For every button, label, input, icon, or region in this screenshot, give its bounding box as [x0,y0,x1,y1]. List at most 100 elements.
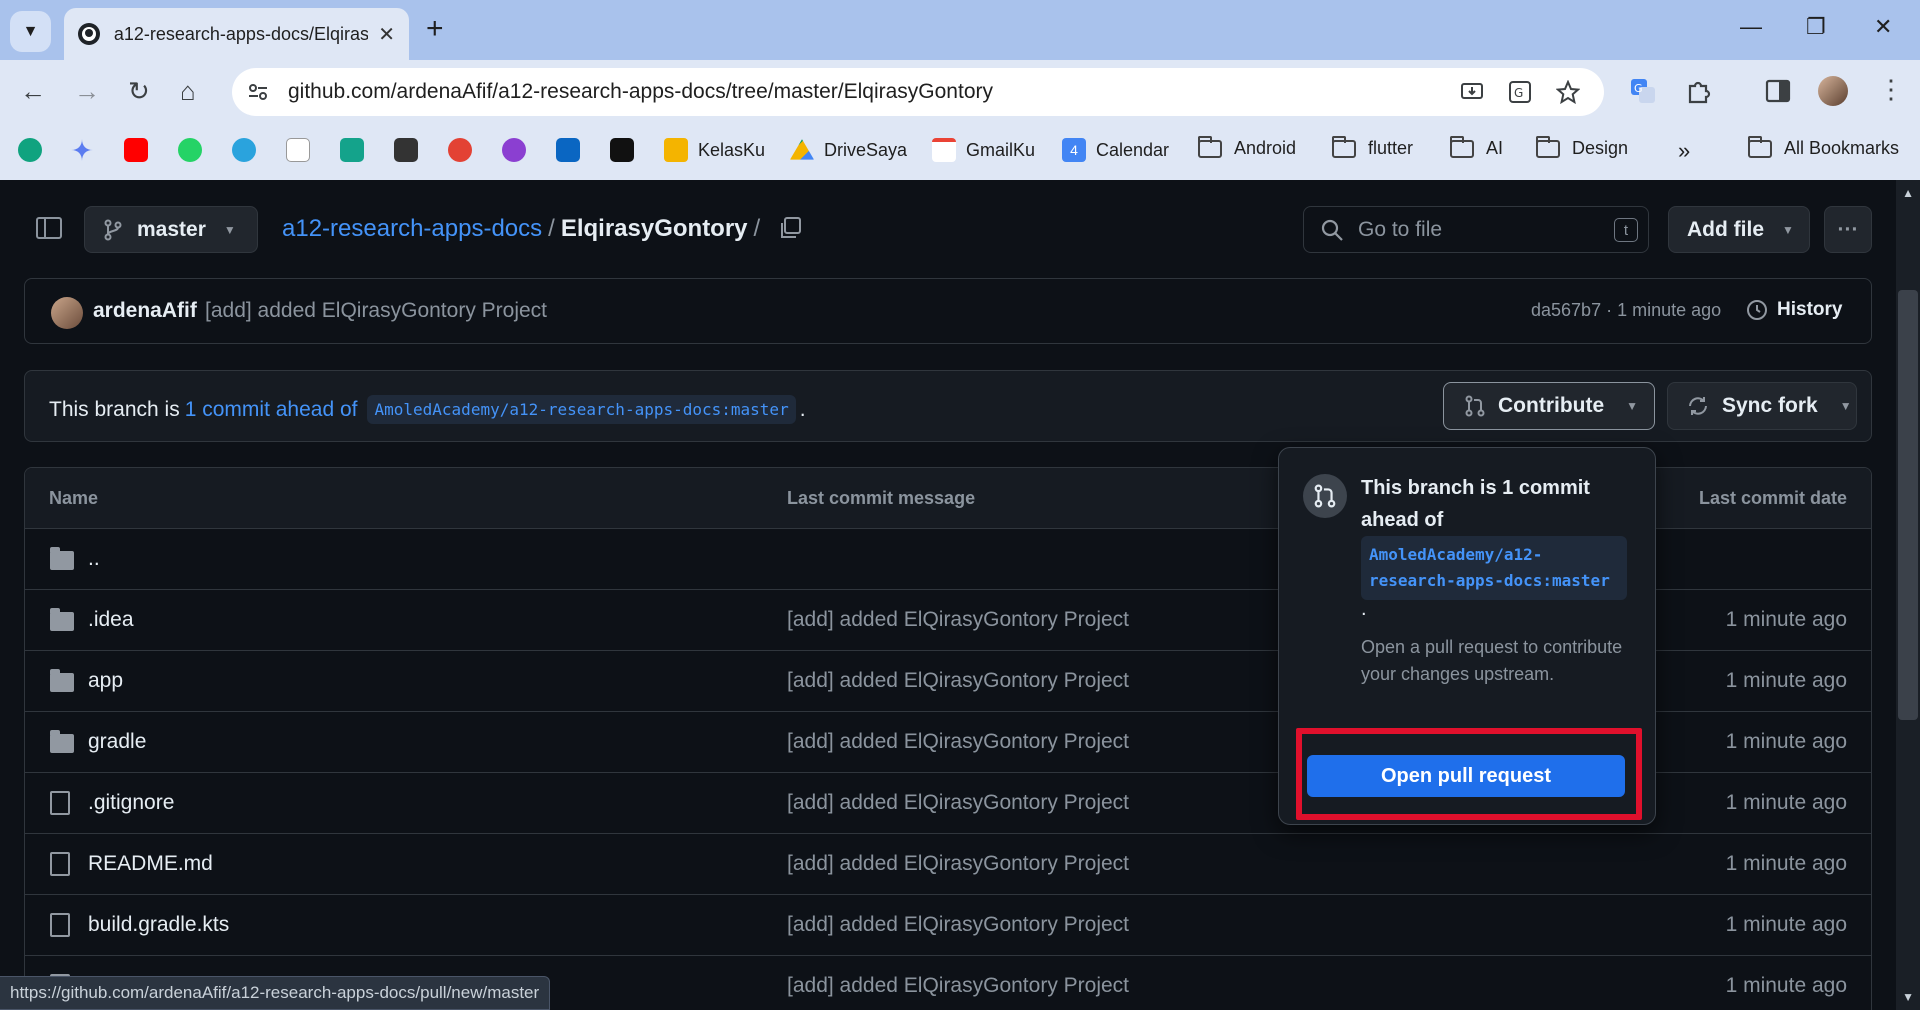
search-icon [1320,218,1344,248]
parent-directory-link[interactable]: .. [88,547,100,571]
contribute-label: Contribute [1498,394,1605,417]
tab-close-icon[interactable]: ✕ [378,22,395,47]
more-bookmarks-icon[interactable]: » [1678,138,1690,164]
file-name-link[interactable]: README.md [88,852,213,876]
scroll-down-icon[interactable]: ▼ [1902,990,1914,1004]
folder-icon [50,608,74,631]
app-icon[interactable] [340,138,364,162]
copy-path-icon[interactable] [778,216,802,245]
speedtest-icon[interactable] [448,138,472,162]
table-row[interactable]: README.md [add] added ElQirasyGontory Pr… [25,834,1871,895]
address-bar[interactable]: github.com/ardenaAfif/a12-research-apps-… [232,68,1604,116]
bookmark-folder-design[interactable]: Design [1536,135,1629,159]
sync-fork-label: Sync fork [1722,394,1818,417]
more-options-button[interactable]: ··· [1824,206,1872,253]
branch-status-suffix: . [799,397,806,421]
folder-icon [50,730,74,753]
file-icon [50,913,70,937]
whatsapp-icon[interactable] [178,138,202,162]
youtube-icon[interactable] [124,138,148,162]
breadcrumb-separator: / [753,215,761,242]
branch-selector[interactable]: master ▼ [84,206,258,253]
sidebar-toggle-icon[interactable] [36,217,62,239]
tab-title: a12-research-apps-docs/Elqirasy [113,23,369,44]
bookmark-kelasku[interactable]: KelasKu [664,138,765,162]
row-commit-date: 1 minute ago [1725,852,1847,875]
side-panel-icon[interactable] [1765,78,1791,104]
google-translate-icon[interactable]: G [1630,78,1656,104]
translate-icon[interactable]: G [1508,80,1532,104]
scroll-up-icon[interactable]: ▲ [1902,186,1914,200]
scrollbar-thumb[interactable] [1898,290,1918,720]
back-icon[interactable]: ← [20,76,46,107]
browser-menu-icon[interactable]: ⋮ [1878,74,1904,105]
file-name-link[interactable]: app [88,669,123,693]
commit-meta[interactable]: da567b7 · 1 minute ago [1531,300,1721,321]
site-info-icon[interactable] [246,80,270,104]
grammarly-icon[interactable] [394,138,418,162]
upstream-branch-ref[interactable]: AmoledAcademy/a12-research-apps-docs:mas… [367,395,796,424]
window-close-icon[interactable]: ✕ [1874,14,1892,40]
install-app-icon[interactable] [1460,80,1484,104]
commit-author[interactable]: ardenaAfif [93,299,197,323]
bookmark-label: KelasKu [698,139,766,160]
contribute-button[interactable]: Contribute ▼ [1443,382,1655,430]
svg-text:G: G [1634,82,1643,95]
history-button[interactable]: History [1745,298,1842,322]
row-commit-message[interactable]: [add] added ElQirasyGontory Project [787,791,1129,815]
breadcrumb-repo-link[interactable]: a12-research-apps-docs [282,215,542,242]
c-app-icon[interactable] [610,138,634,162]
reload-icon[interactable]: ↻ [128,76,150,107]
row-commit-message[interactable]: [add] added ElQirasyGontory Project [787,913,1129,937]
table-row[interactable]: build.gradle.kts [add] added ElQirasyGon… [25,895,1871,956]
bookmark-folder-flutter[interactable]: flutter [1332,135,1413,159]
forward-icon[interactable]: → [74,76,100,107]
row-commit-message[interactable]: [add] added ElQirasyGontory Project [787,608,1129,632]
row-commit-message[interactable]: [add] added ElQirasyGontory Project [787,669,1129,693]
minimize-icon[interactable]: — [1740,14,1762,40]
linkedin-icon[interactable] [556,138,580,162]
sync-fork-button[interactable]: Sync fork ▼ [1667,382,1857,430]
add-file-button[interactable]: Add file ▼ [1668,206,1810,253]
chatgpt-icon[interactable] [18,138,42,162]
row-commit-message[interactable]: [add] added ElQirasyGontory Project [787,730,1129,754]
bookmark-label: Design [1572,138,1629,158]
file-name-link[interactable]: gradle [88,730,146,754]
commits-ahead-link[interactable]: 1 commit ahead of [185,398,358,422]
add-file-label: Add file [1687,217,1764,241]
bookmark-calendar[interactable]: 4 Calendar [1062,138,1169,162]
go-to-file-input[interactable]: Go to file t [1303,206,1649,253]
pull-request-icon [1465,395,1485,417]
active-tab[interactable]: a12-research-apps-docs/Elqirasy ✕ [64,8,409,60]
commit-message[interactable]: [add] added ElQirasyGontory Project [205,299,547,323]
github-favicon-icon [78,23,100,45]
tab-search-button[interactable]: ▼ [10,11,51,52]
file-name-link[interactable]: .idea [88,608,134,632]
folder-icon [1748,135,1772,158]
telegram-icon[interactable] [232,138,256,162]
file-name-link[interactable]: .gitignore [88,791,174,815]
extensions-icon[interactable] [1686,78,1712,104]
column-header-name: Name [49,488,99,508]
gemini-icon[interactable] [70,138,94,162]
new-tab-icon[interactable]: + [426,12,444,46]
bookmark-drivesaya[interactable]: DriveSaya [790,138,907,162]
home-icon[interactable]: ⌂ [180,76,196,107]
bookmark-star-icon[interactable] [1555,79,1581,105]
profile-avatar[interactable] [1818,76,1848,106]
bookmark-gmailku[interactable]: GmailKu [932,138,1035,162]
breadcrumb: a12-research-apps-docs / ElqirasyGontory / [282,215,766,243]
restore-icon[interactable]: ❐ [1806,14,1826,40]
bookmark-folder-all[interactable]: All Bookmarks [1748,135,1899,159]
brand-icon[interactable] [502,138,526,162]
pinterest-icon[interactable] [286,138,310,162]
column-header-message: Last commit message [787,488,976,508]
row-commit-message[interactable]: [add] added ElQirasyGontory Project [787,852,1129,876]
row-commit-message[interactable]: [add] added ElQirasyGontory Project [787,974,1129,998]
bookmark-folder-android[interactable]: Android [1198,135,1296,159]
file-name-link[interactable]: build.gradle.kts [88,913,229,937]
author-avatar[interactable] [51,297,83,329]
drive-icon [790,139,814,160]
row-commit-date: 1 minute ago [1725,730,1847,753]
bookmark-folder-ai[interactable]: AI [1450,135,1503,159]
